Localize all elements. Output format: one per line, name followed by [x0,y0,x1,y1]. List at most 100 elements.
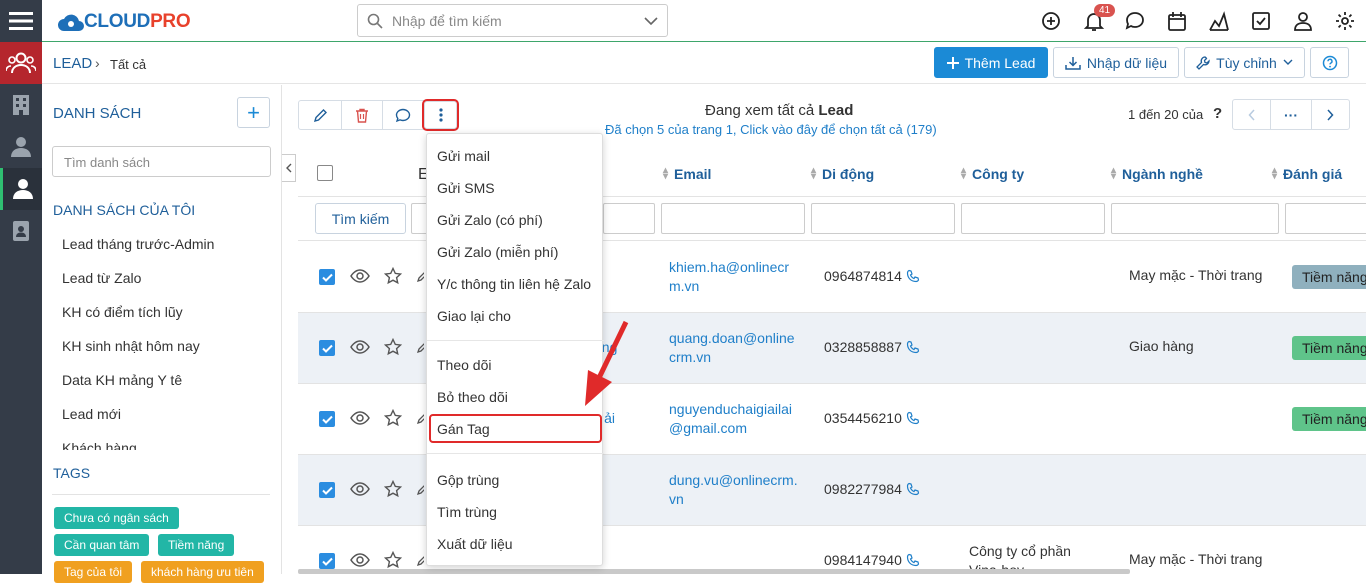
user-icon[interactable] [1292,10,1314,32]
row-checkbox[interactable] [319,553,335,569]
pencil-icon[interactable] [416,553,424,567]
menu-item-send-mail[interactable]: Gửi mail [437,148,490,164]
horizontal-scrollbar[interactable] [298,569,1130,574]
list-item[interactable]: Data KH mảng Y tê [62,372,182,388]
tag-chip[interactable]: khách hàng ưu tiên [141,561,264,583]
filter-company-input[interactable] [961,203,1105,234]
row-checkbox[interactable] [319,340,335,356]
chat-icon[interactable] [1124,10,1146,32]
comment-button[interactable] [382,100,424,130]
mobile-value[interactable]: 0984147940 [824,551,902,570]
page-jump-button[interactable]: ··· [1270,99,1312,130]
phone-icon[interactable] [906,269,920,283]
phone-icon[interactable] [906,553,920,567]
calendar-icon[interactable] [1166,10,1188,32]
menu-item-export-data[interactable]: Xuất dữ liệu [437,536,513,552]
column-email[interactable]: ▴ ▾ Email [663,166,711,183]
eye-icon[interactable] [350,481,370,497]
add-list-button[interactable]: + [237,97,270,128]
mobile-value[interactable]: 0982277984 [824,480,902,499]
list-item[interactable]: Lead tháng trước-Admin [62,236,214,252]
tag-chip[interactable]: Chưa có ngân sách [54,507,179,529]
email-link[interactable]: quang.doan@online crm.vn [669,329,795,367]
filter-input[interactable] [603,203,655,234]
select-all-link[interactable]: Đã chọn 5 của trang 1, Click vào đây để … [605,122,937,137]
mobile-value[interactable]: 0328858887 [824,338,902,357]
next-page-button[interactable] [1311,99,1350,130]
list-item[interactable]: KH sinh nhật hôm nay [62,338,200,354]
help-button[interactable] [1310,47,1349,78]
tag-chip[interactable]: Cần quan tâm [54,534,150,556]
search-input[interactable]: Nhập để tìm kiếm [357,4,668,37]
breadcrumb-root[interactable]: LEAD [53,55,92,72]
filter-industry-input[interactable] [1111,203,1279,234]
menu-item-follow[interactable]: Theo dõi [437,357,491,373]
star-icon[interactable] [384,551,402,569]
pencil-icon[interactable] [416,340,424,354]
menu-item-find-duplicates[interactable]: Tìm trùng [437,504,497,520]
edit-button[interactable] [298,100,342,130]
column-company[interactable]: ▴ ▾ Công ty [961,166,1024,183]
list-item[interactable]: Lead từ Zalo [62,270,141,286]
tag-chip[interactable]: Tag của tôi [54,561,133,583]
building-icon[interactable] [0,84,42,126]
add-lead-button[interactable]: Thêm Lead [934,47,1048,78]
email-link[interactable]: nguyenduchaigiailai @gmail.com [669,400,792,438]
select-all-checkbox[interactable] [317,165,333,181]
customize-button[interactable]: Tùy chỉnh [1184,47,1305,78]
menu-item-unfollow[interactable]: Bỏ theo dõi [437,389,508,405]
filter-email-input[interactable] [661,203,805,234]
more-actions-button[interactable] [422,99,459,131]
eye-icon[interactable] [350,268,370,284]
mobile-value[interactable]: 0964874814 [824,267,902,286]
row-checkbox[interactable] [319,482,335,498]
star-icon[interactable] [384,338,402,356]
contacts-icon[interactable] [0,126,42,168]
menu-item-zalo-contact-request[interactable]: Y/c thông tin liên hệ Zalo [437,276,591,292]
phone-icon[interactable] [906,482,920,496]
phone-icon[interactable] [906,340,920,354]
menu-icon[interactable] [0,0,42,42]
phone-icon[interactable] [906,411,920,425]
add-circle-icon[interactable] [1040,10,1062,32]
pager-help-icon[interactable]: ? [1213,105,1222,122]
mobile-value[interactable]: 0354456210 [824,409,902,428]
lead-user-icon[interactable] [0,168,42,210]
column-industry[interactable]: ▴ ▾ Ngành nghề [1111,166,1203,183]
row-checkbox[interactable] [319,411,335,427]
task-check-icon[interactable] [1250,10,1272,32]
menu-item-send-zalo-free[interactable]: Gửi Zalo (miễn phí) [437,244,558,260]
eye-icon[interactable] [350,339,370,355]
chart-icon[interactable] [1208,10,1230,32]
filter-search-button[interactable]: Tìm kiếm [315,203,406,234]
star-icon[interactable] [384,480,402,498]
contact-card-icon[interactable] [0,210,42,252]
email-link[interactable]: khiem.ha@onlinecr m.vn [669,258,789,296]
list-item[interactable]: Khách hàng [62,440,137,450]
gear-icon[interactable] [1334,10,1356,32]
cloudpro-logo[interactable]: CLOUDPRO [58,8,191,36]
delete-button[interactable] [341,100,383,130]
eye-icon[interactable] [350,552,370,568]
star-icon[interactable] [384,409,402,427]
list-item[interactable]: KH có điểm tích lũy [62,304,183,320]
collapse-sidebar-button[interactable] [282,154,296,182]
nav-leads-icon[interactable] [0,42,42,84]
list-search-input[interactable]: Tìm danh sách [52,146,271,177]
filter-mobile-input[interactable] [811,203,955,234]
menu-item-reassign[interactable]: Giao lại cho [437,308,511,324]
filter-rating-input[interactable] [1285,203,1366,234]
menu-item-send-zalo-paid[interactable]: Gửi Zalo (có phí) [437,212,543,228]
list-item[interactable]: Lead mới [62,406,121,422]
eye-icon[interactable] [350,410,370,426]
chevron-down-icon[interactable] [644,16,658,26]
pencil-icon[interactable] [416,482,424,496]
star-icon[interactable] [384,267,402,285]
import-data-button[interactable]: Nhập dữ liệu [1053,47,1179,78]
menu-item-send-sms[interactable]: Gửi SMS [437,180,495,196]
prev-page-button[interactable] [1232,99,1271,130]
tag-chip[interactable]: Tiềm năng [158,534,235,556]
column-mobile[interactable]: ▴ ▾ Di động [811,166,874,183]
email-link[interactable]: dung.vu@onlinecrm. vn [669,471,798,509]
pencil-icon[interactable] [416,411,424,425]
